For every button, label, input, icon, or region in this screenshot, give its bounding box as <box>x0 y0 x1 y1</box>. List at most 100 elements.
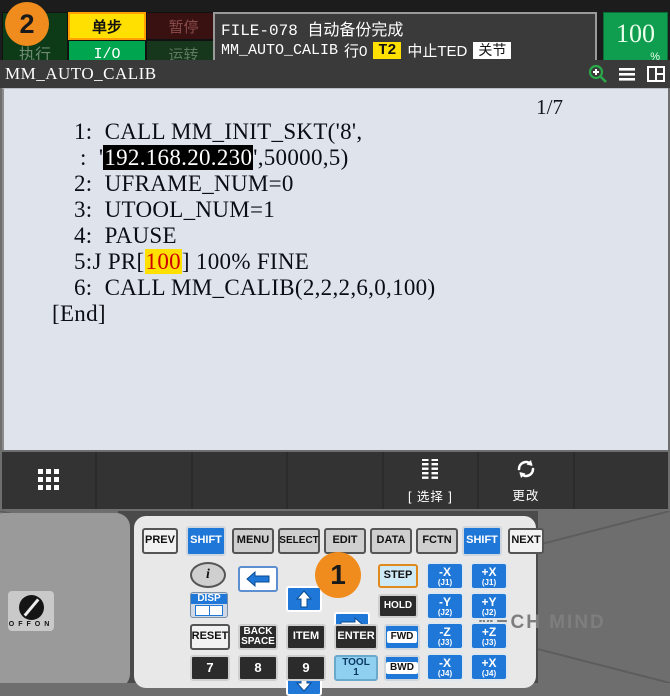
key-jog-minus-z-j3[interactable]: -Z (J3) <box>426 622 464 650</box>
key-shift-left[interactable]: SHIFT <box>186 526 226 556</box>
key-fwd[interactable]: FWD <box>384 624 420 650</box>
program-line[interactable]: 2: UFRAME_NUM=0 <box>4 171 668 197</box>
jog-axis-label: -Y <box>439 594 451 609</box>
key-menu[interactable]: MENU <box>232 528 274 554</box>
key-bwd[interactable]: BWD <box>384 655 420 681</box>
status-mode-badge: T2 <box>373 42 402 59</box>
key-tool-1[interactable]: TOOL 1 <box>334 655 378 681</box>
zoom-in-icon[interactable] <box>588 64 608 84</box>
bwd-label: BWD <box>386 661 418 675</box>
program-line[interactable]: 6: CALL MM_CALIB(2,2,2,6,0,100) <box>4 275 668 301</box>
key-arrow-up[interactable] <box>286 586 322 612</box>
title-bar: MM_AUTO_CALIB <box>0 60 670 88</box>
jog-joint-label: (J3) <box>481 637 497 647</box>
status-message-line2: MM_AUTO_CALIB 行0 T2 中止TED 关节 <box>221 40 512 61</box>
jog-joint-label: (J1) <box>481 577 497 587</box>
key-edit[interactable]: EDIT <box>324 528 366 554</box>
menu-icon[interactable] <box>617 64 637 84</box>
key-reset[interactable]: RESET <box>190 624 230 650</box>
status-program-name: MM_AUTO_CALIB <box>221 42 339 59</box>
status-state-label: 中止TED <box>407 43 468 60</box>
line-pre: PR[ <box>107 249 145 274</box>
program-editor-area[interactable]: 1/7 1: CALL MM_INIT_SKT('8', : '192.168.… <box>2 88 668 450</box>
power-off-label: OFF <box>8 620 35 628</box>
key-enter[interactable]: ENTER <box>334 624 378 650</box>
softkey-select[interactable]: [ 选择 ] <box>383 452 478 509</box>
jog-axis-label: -Z <box>439 624 451 639</box>
key-jog-minus-x-j1[interactable]: -X (J1) <box>426 562 464 590</box>
key-num-8[interactable]: 8 <box>238 655 278 681</box>
disp-label: DISP <box>191 593 227 605</box>
softkey-2[interactable] <box>97 452 191 509</box>
grid-icon <box>38 469 60 490</box>
tool-sub: 1 <box>353 667 359 678</box>
jog-axis-label: +X <box>481 655 497 670</box>
key-jog-plus-x-j1[interactable]: +X (J1) <box>470 562 508 590</box>
power-switch[interactable]: OFFON <box>8 591 54 631</box>
softkey-3[interactable] <box>192 452 287 509</box>
status-coord-badge: 关节 <box>473 42 512 59</box>
program-line[interactable]: 1: CALL MM_INIT_SKT('8', <box>4 119 668 145</box>
softkey-grid[interactable] <box>2 452 96 509</box>
key-num-7[interactable]: 7 <box>190 655 230 681</box>
line-number: 2: <box>74 171 93 196</box>
page-title: MM_AUTO_CALIB <box>5 64 157 83</box>
program-line[interactable]: 3: UTOOL_NUM=1 <box>4 197 668 223</box>
title-bar-icons <box>588 64 666 84</box>
jog-joint-label: (J2) <box>437 607 453 617</box>
program-end-marker: [End] <box>4 301 668 327</box>
key-data[interactable]: DATA <box>370 528 412 554</box>
annotation-badge-2: 2 <box>5 2 49 46</box>
key-select[interactable]: SELECT <box>278 528 320 554</box>
softkey-4[interactable] <box>288 452 382 509</box>
key-jog-minus-y-j2[interactable]: -Y (J2) <box>426 592 464 620</box>
status-cell-pause: 暂停 <box>146 12 221 40</box>
key-jog-plus-z-j3[interactable]: +Z (J3) <box>470 622 508 650</box>
line-text: PAUSE <box>104 223 177 248</box>
key-next[interactable]: NEXT <box>508 528 544 554</box>
key-jog-plus-rx-j4[interactable]: +X (J4) <box>470 653 508 681</box>
program-line[interactable]: 5:J PR[100] 100% FINE <box>4 249 668 275</box>
softkey-label: [ 选择 ] <box>407 489 453 504</box>
key-info[interactable]: i <box>190 562 226 588</box>
jog-axis-label: +X <box>481 564 497 579</box>
program-line[interactable]: : '192.168.20.230',50000,5) <box>4 145 668 171</box>
annotation-badge-1: 1 <box>315 552 361 598</box>
key-fctn[interactable]: FCTN <box>416 528 458 554</box>
teach-pendant-screen: 执行 单步 暂停 异常 I/O 运转 试运行 FILE-078 自动备份完成 M… <box>0 0 670 696</box>
key-backspace[interactable]: BACK SPACE <box>238 624 278 650</box>
key-hold[interactable]: HOLD <box>378 594 418 618</box>
jog-joint-label: (J4) <box>437 668 453 678</box>
key-disp[interactable]: DISP <box>190 592 228 618</box>
line-text: [End] <box>52 301 106 326</box>
line-highlight-pr[interactable]: 100 <box>144 249 182 274</box>
status-pause-label: 暂停 <box>168 18 199 36</box>
program-line[interactable]: 4: PAUSE <box>4 223 668 249</box>
softkey-label: 更改 <box>512 488 540 503</box>
override-value: 100 <box>616 19 655 48</box>
jog-axis-label: +Y <box>481 594 497 609</box>
page-indicator: 1/7 <box>536 95 563 119</box>
line-number: 1: <box>74 119 93 144</box>
key-arrow-left[interactable] <box>238 566 278 592</box>
keypad: PREV SHIFT MENU SELECT EDIT DATA FCTN SH… <box>134 516 544 696</box>
jog-joint-label: (J2) <box>481 607 497 617</box>
jog-joint-label: (J4) <box>481 668 497 678</box>
jog-axis-label: -X <box>439 655 451 670</box>
key-prev[interactable]: PREV <box>142 528 178 554</box>
key-item[interactable]: ITEM <box>286 624 326 650</box>
key-step[interactable]: STEP <box>378 564 418 588</box>
key-shift-right[interactable]: SHIFT <box>462 526 502 556</box>
line-highlight-ip[interactable]: 192.168.20.230 <box>103 145 254 170</box>
key-num-9[interactable]: 9 <box>286 655 326 681</box>
softkey-7[interactable] <box>574 452 668 509</box>
status-line-number: 行0 <box>344 43 368 60</box>
line-number: 3: <box>74 197 93 222</box>
line-text: CALL MM_CALIB(2,2,2,6,0,100) <box>104 275 436 300</box>
line-text: UFRAME_NUM=0 <box>104 171 294 196</box>
softkey-change[interactable]: 更改 <box>479 452 573 509</box>
split-screen-icon[interactable] <box>646 64 666 84</box>
key-jog-minus-rx-j4[interactable]: -X (J4) <box>426 653 464 681</box>
key-jog-plus-y-j2[interactable]: +Y (J2) <box>470 592 508 620</box>
line-text: UTOOL_NUM=1 <box>104 197 276 222</box>
